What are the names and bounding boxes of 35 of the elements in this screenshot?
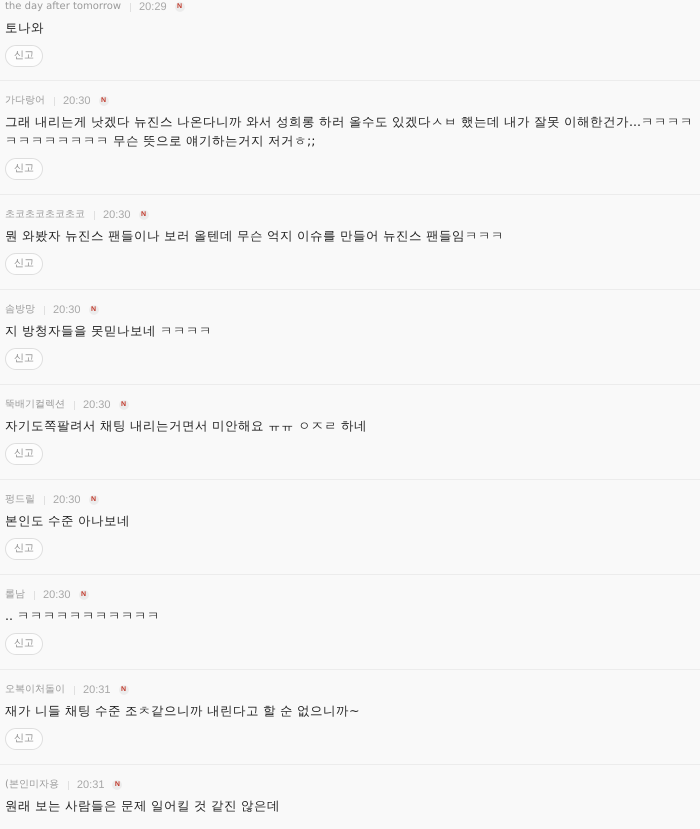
comment-author: 뚝배기컬렉션	[5, 398, 65, 412]
comment-time: 20:30	[103, 208, 131, 222]
report-button[interactable]: 신고	[5, 538, 43, 560]
report-button[interactable]: 신고	[5, 728, 43, 750]
comment-time: 20:31	[83, 683, 111, 697]
comment-text: 그래 내리는게 낫겠다 뉴진스 나온다니까 와서 성희롱 하러 올수도 있겠다ㅅㅂ 했는데 내가 잘못 이해한건가...ㅋㅋㅋㅋㅋㅋㅋㅋㅋㅋㅋㅋ 무슨 뜻으로 얘기하는거지 저거ㅎ;;	[5, 113, 694, 150]
comment-time: 20:30	[63, 94, 91, 108]
comment-text: 토나와	[5, 19, 45, 37]
comment-text: 본인도 수준 아나보네	[5, 512, 132, 530]
comment-time: 20:29	[139, 0, 167, 14]
comment-author: 가다랑어	[5, 94, 45, 108]
comment-text: 자기도쪽팔려서 채팅 내리는거면서 미안해요 ㅠㅠ ㅇㅈㄹ 하네	[5, 417, 368, 435]
comment-author: the day after tomorrow	[5, 0, 122, 14]
report-button[interactable]: 신고	[5, 45, 43, 67]
comment-text: 재가 니들 채팅 수준 조ㅊ같으니까 내린다고 할 순 없으니까~	[5, 702, 361, 720]
comment-time: 20:30	[53, 493, 81, 507]
comment-text: 뭔 와봤자 뉴진스 팬들이나 보러 올텐데 무슨 억지 이슈를 만들어 뉴진스 팬들임ㅋㅋㅋ	[5, 227, 506, 245]
comment-text: 지 방청자들을 못믿나보네 ㅋㅋㅋㅋ	[5, 322, 214, 340]
comment-text: .. ㅋㅋㅋㅋㅋㅋㅋㅋㅋㅋㅋ	[5, 607, 162, 625]
comment-time: 20:30	[83, 398, 111, 412]
comment-text: 원래 보는 사람들은 문제 일어킬 것 같진 않은데	[5, 797, 282, 815]
report-button[interactable]: 신고	[5, 348, 43, 370]
comment-author: 롤남	[5, 588, 25, 602]
report-button[interactable]: 신고	[5, 633, 43, 655]
comment-time: 20:30	[43, 588, 71, 602]
report-button[interactable]: 신고	[5, 253, 43, 275]
comment-time: 20:30	[53, 303, 81, 317]
comment-author: 오복이처돌이	[5, 683, 65, 697]
comment-author: (본인미자용	[5, 778, 59, 792]
comment-author: 펑드릴	[5, 493, 35, 507]
comment-author: 초코초코초코초코	[5, 208, 85, 222]
comment-time: 20:31	[76, 778, 104, 792]
comment-author: 솜방망	[5, 303, 35, 317]
report-button[interactable]: 신고	[5, 158, 43, 180]
report-button[interactable]: 신고	[5, 443, 43, 465]
